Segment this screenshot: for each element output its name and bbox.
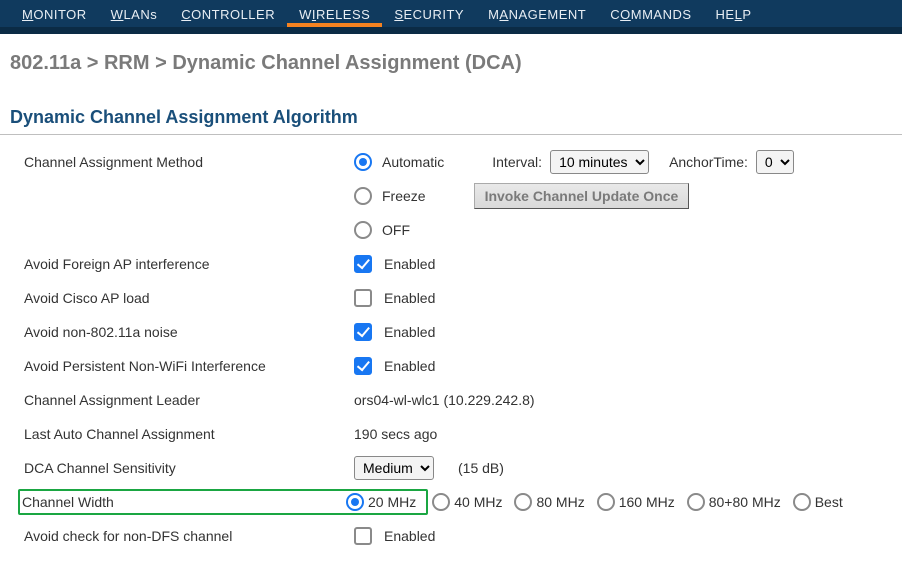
label-avoid-non80211a: Avoid non-802.11a noise (24, 324, 354, 340)
button-invoke-channel-update[interactable]: Invoke Channel Update Once (474, 183, 690, 209)
row-sensitivity: DCA Channel Sensitivity Medium (15 dB) (24, 451, 892, 485)
checkbox-avoid-persistent[interactable] (354, 357, 372, 375)
label-anchortime: AnchorTime: (669, 154, 748, 170)
row-channel-method: Channel Assignment Method Automatic Inte… (24, 145, 892, 179)
nav-item-security[interactable]: SECURITY (382, 0, 476, 27)
checkbox-avoid-cisco[interactable] (354, 289, 372, 307)
sensitivity-db: (15 dB) (458, 460, 504, 476)
radio-method-freeze[interactable] (354, 187, 372, 205)
select-sensitivity[interactable]: Medium (354, 456, 434, 480)
section-title: Dynamic Channel Assignment Algorithm (0, 83, 902, 135)
value-last-auto: 190 secs ago (354, 426, 437, 442)
checkbox-label-enabled: Enabled (384, 290, 435, 306)
nav-item-wlans[interactable]: WLANs (99, 0, 170, 27)
select-anchortime[interactable]: 0 (756, 150, 794, 174)
checkbox-avoid-ndfs[interactable] (354, 527, 372, 545)
row-channel-width: Channel Width 20 MHz 40 MHz 80 MHz 160 M… (24, 485, 892, 519)
radio-label-freeze: Freeze (382, 188, 426, 204)
top-nav: MONITORWLANsCONTROLLERWIRELESSSECURITYMA… (0, 0, 902, 30)
radio-method-off[interactable] (354, 221, 372, 239)
label-last-auto: Last Auto Channel Assignment (24, 426, 354, 442)
nav-item-controller[interactable]: CONTROLLER (169, 0, 287, 27)
label-channel-method: Channel Assignment Method (24, 154, 354, 170)
radio-label-off: OFF (382, 222, 410, 238)
row-method-freeze: Freeze Invoke Channel Update Once (24, 179, 892, 213)
highlight-channel-width: Channel Width 20 MHz (18, 489, 428, 515)
nav-item-help[interactable]: HELP (704, 0, 764, 27)
radio-width-40mhz[interactable] (432, 493, 450, 511)
radio-label-8080mhz: 80+80 MHz (709, 494, 781, 510)
radio-label-20mhz: 20 MHz (368, 494, 416, 510)
checkbox-avoid-foreign[interactable] (354, 255, 372, 273)
checkbox-label-enabled: Enabled (384, 528, 435, 544)
row-last-auto: Last Auto Channel Assignment 190 secs ag… (24, 417, 892, 451)
nav-item-commands[interactable]: COMMANDS (598, 0, 703, 27)
label-avoid-foreign: Avoid Foreign AP interference (24, 256, 354, 272)
radio-width-80mhz[interactable] (514, 493, 532, 511)
radio-width-160mhz[interactable] (597, 493, 615, 511)
form-area: Channel Assignment Method Automatic Inte… (0, 135, 902, 573)
radio-method-automatic[interactable] (354, 153, 372, 171)
radio-width-best[interactable] (793, 493, 811, 511)
label-avoid-cisco: Avoid Cisco AP load (24, 290, 354, 306)
radio-width-8080mhz[interactable] (687, 493, 705, 511)
row-avoid-non80211a: Avoid non-802.11a noise Enabled (24, 315, 892, 349)
checkbox-label-enabled: Enabled (384, 256, 435, 272)
label-avoid-ndfs: Avoid check for non-DFS channel (24, 528, 354, 544)
radio-label-160mhz: 160 MHz (619, 494, 675, 510)
select-interval[interactable]: 10 minutes (550, 150, 649, 174)
row-leader: Channel Assignment Leader ors04-wl-wlc1 … (24, 383, 892, 417)
radio-label-best: Best (815, 494, 843, 510)
radio-label-80mhz: 80 MHz (536, 494, 584, 510)
radio-label-automatic: Automatic (382, 154, 444, 170)
row-method-off: OFF (24, 213, 892, 247)
row-avoid-ndfs: Avoid check for non-DFS channel Enabled (24, 519, 892, 553)
nav-item-monitor[interactable]: MONITOR (10, 0, 99, 27)
radio-label-40mhz: 40 MHz (454, 494, 502, 510)
label-sensitivity: DCA Channel Sensitivity (24, 460, 354, 476)
value-leader: ors04-wl-wlc1 (10.229.242.8) (354, 392, 535, 408)
row-avoid-persistent: Avoid Persistent Non-WiFi Interference E… (24, 349, 892, 383)
row-avoid-cisco: Avoid Cisco AP load Enabled (24, 281, 892, 315)
breadcrumb: 802.11a > RRM > Dynamic Channel Assignme… (0, 34, 902, 83)
label-avoid-persistent: Avoid Persistent Non-WiFi Interference (24, 358, 354, 374)
nav-item-wireless[interactable]: WIRELESS (287, 0, 382, 27)
checkbox-label-enabled: Enabled (384, 358, 435, 374)
checkbox-avoid-non80211a[interactable] (354, 323, 372, 341)
row-avoid-foreign: Avoid Foreign AP interference Enabled (24, 247, 892, 281)
label-leader: Channel Assignment Leader (24, 392, 354, 408)
label-interval: Interval: (492, 154, 542, 170)
label-channel-width: Channel Width (22, 494, 346, 510)
radio-width-20mhz[interactable] (346, 493, 364, 511)
checkbox-label-enabled: Enabled (384, 324, 435, 340)
nav-item-management[interactable]: MANAGEMENT (476, 0, 598, 27)
